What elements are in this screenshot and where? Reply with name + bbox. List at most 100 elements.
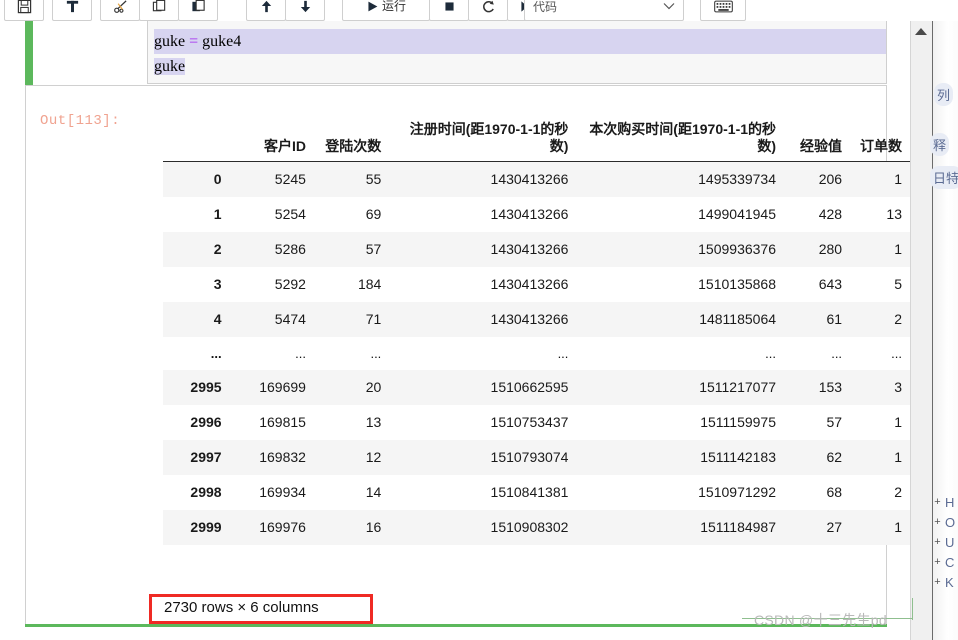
cell-register-time: 1430413266 [490,276,569,292]
chevron-down-icon [663,3,675,10]
tree-item-o[interactable]: + O [933,515,955,530]
move-cell-up-button[interactable] [246,0,286,21]
tree-item-c[interactable]: + C [933,555,954,570]
toolbar-group-edit [100,0,218,21]
cell-login-count: 16 [365,519,382,535]
cell-order-count: 2 [894,484,902,500]
row-index-cell: 2996 [190,414,222,430]
cell-register-time: 1430413266 [490,171,569,187]
copy-cell-button[interactable] [139,0,179,21]
save-button[interactable] [4,0,44,21]
output-prompt: Out[113]: [40,113,121,129]
cell-type-select[interactable]: 代码 [524,0,684,21]
column-header-experience: 经验值 [784,117,851,162]
interrupt-kernel-button[interactable] [429,0,469,21]
cell-purchase-time: 1511184987 [700,519,777,535]
play-icon [368,1,378,11]
cell-purchase-time: ... [765,346,777,361]
cell-experience: 153 [818,379,843,395]
cell-login-count: 20 [365,379,382,395]
scroll-up-arrow-icon[interactable] [915,28,927,35]
table-row: 3 5292 184 1430413266 1510135868 643 5 [163,267,910,302]
cell-experience: 62 [826,449,843,465]
cell-experience: 68 [826,484,843,500]
move-cell-down-button[interactable] [285,0,325,21]
expand-plus-icon[interactable]: + [933,517,942,528]
cell-purchase-time: 1481185064 [699,311,777,327]
shape-highlight-box [149,594,373,624]
cell-purchase-time: 1495339734 [698,171,777,187]
cell-order-count: 1 [894,449,902,465]
row-index-cell: 2999 [190,519,222,535]
cell-experience: 57 [826,414,843,430]
table-row-ellipsis: ..................... [163,337,910,370]
row-index-cell: 2995 [190,379,222,395]
keyboard-shortcuts-button[interactable] [700,0,746,21]
dataframe-table: 客户ID 登陆次数 注册时间(距1970-1-1的秒数) 本次购买时间(距197… [163,117,910,545]
cell-experience: 27 [826,519,843,535]
cell-customer-id: 5254 [274,206,306,222]
cell-customer-id: 169976 [259,519,306,535]
panel-chip-1[interactable]: 列 [934,83,954,106]
copy-icon [152,0,165,11]
run-cell-button[interactable]: 运行 [342,0,430,21]
cell-customer-id: ... [295,346,306,361]
tree-item-k[interactable]: + K [933,575,953,590]
notebook-scrollbar[interactable] [910,21,933,640]
cell-order-count: ... [891,346,902,361]
cell-login-count: ... [370,346,382,361]
expand-plus-icon[interactable]: + [933,557,942,568]
cell-order-count: 2 [894,311,902,327]
paste-icon [191,0,205,11]
cell-login-count: 12 [365,449,382,465]
cell-login-count: 69 [365,206,382,222]
panel-chip-2[interactable]: 释 [930,133,950,156]
table-row: 2999 169976 16 1510908302 1511184987 27 1 [163,510,910,545]
expand-plus-icon[interactable]: + [933,497,942,508]
cell-customer-id: 169699 [259,379,306,395]
tree-item-h-label: H [945,495,955,510]
cell-purchase-time: 1511217077 [699,379,777,395]
tree-item-h[interactable]: + H [933,495,954,510]
keyboard-icon [713,0,733,12]
cell-customer-id: 169832 [259,449,306,465]
tree-item-u[interactable]: + U [933,535,954,550]
column-header-login-count: 登陆次数 [313,117,390,162]
paste-cell-button[interactable] [178,0,218,21]
cut-cell-button[interactable] [100,0,140,21]
cell-order-count: 1 [894,414,902,430]
code-line-1: guke = guke4 [148,29,886,54]
row-index-cell: 2998 [190,484,222,500]
restart-kernel-button[interactable] [468,0,508,21]
cell-purchase-time: 1510971292 [698,484,777,500]
cell-order-count: 1 [894,519,902,535]
tree-item-u-label: U [945,535,955,550]
row-index-cell: 3 [213,276,222,292]
code-input-cell[interactable]: guke = guke4 guke [147,21,887,84]
cell-register-time: 1510662595 [490,379,569,395]
insert-cell-button[interactable] [52,0,92,21]
expand-plus-icon[interactable]: + [933,577,942,588]
code-line-2: guke [148,54,886,79]
panel-chip-3[interactable]: 日特 [930,166,958,189]
table-row: 2997 169832 12 1510793074 1511142183 62 1 [163,440,910,475]
save-icon [17,0,31,13]
cell-register-time: 1510841381 [490,484,569,500]
table-row: 0 5245 55 1430413266 1495339734 206 1 [163,161,910,197]
code-line-clipped [148,21,886,29]
table-row: 4 5474 71 1430413266 1481185064 61 2 [163,302,910,337]
cell-order-count: 3 [894,379,902,395]
cell-register-time: 1510753437 [490,414,569,430]
table-row: 1 5254 69 1430413266 1499041945 428 13 [163,197,910,232]
code-var-guke: guke [154,33,186,50]
table-row: 2998 169934 14 1510841381 1510971292 68 2 [163,475,910,510]
notebook-area: guke = guke4 guke Out[113]: 客户ID 登陆次数 注册… [0,21,910,640]
toolbar-group-kernel: 运行 [342,0,547,21]
cell-order-count: 5 [894,276,902,292]
expand-plus-icon[interactable]: + [933,537,942,548]
cell-customer-id: 5474 [274,311,306,327]
watermark-text: CSDN @十三先生pd [754,612,887,628]
code-operator-equals: = [189,33,199,50]
cell-customer-id: 169815 [259,414,306,430]
toolbar-group-celltype: 代码 [524,0,684,21]
